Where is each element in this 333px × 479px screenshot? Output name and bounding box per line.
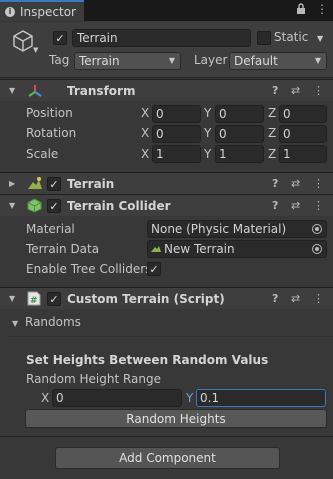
object-picker-icon[interactable]	[312, 244, 322, 254]
rotation-x-field[interactable]: 0	[152, 125, 201, 143]
foldout-expanded-icon[interactable]: ▼	[9, 201, 15, 210]
scale-x-field[interactable]: 1	[152, 145, 201, 163]
presets-icon[interactable]: ⇄	[291, 199, 300, 212]
custom-terrain-header[interactable]: ▼ # ✓ Custom Terrain (Script) ? ⇄ ⋮	[0, 287, 333, 309]
script-icon: #	[27, 291, 41, 309]
layer-dropdown[interactable]: Default ▼	[229, 52, 327, 70]
range-y-axis[interactable]: Y	[186, 391, 193, 405]
tree-colliders-checkbox[interactable]: ✓	[147, 262, 161, 276]
tab-bar: i Inspector ⋮	[0, 0, 333, 21]
terrain-collider-header[interactable]: ▼ ✓ Terrain Collider ? ⇄ ⋮	[0, 194, 333, 216]
rotation-x-axis[interactable]: X	[141, 126, 149, 140]
components-end-divider	[0, 436, 333, 437]
custom-terrain-enabled-checkbox[interactable]: ✓	[47, 292, 61, 306]
foldout-expanded-icon[interactable]: ▼	[9, 86, 15, 95]
info-icon: i	[5, 6, 15, 17]
rotation-z-axis[interactable]: Z	[268, 126, 276, 140]
rotation-y-field[interactable]: 0	[215, 125, 264, 143]
terrain-collider-title: Terrain Collider	[67, 198, 171, 213]
position-z-field[interactable]: 0	[279, 105, 327, 123]
presets-icon[interactable]: ⇄	[291, 84, 300, 97]
static-checkbox[interactable]	[257, 31, 271, 45]
position-y-field[interactable]: 0	[215, 105, 264, 123]
scale-z-axis[interactable]: Z	[268, 147, 276, 161]
chevron-down-icon: ▼	[314, 56, 321, 65]
scale-y-axis[interactable]: Y	[204, 147, 211, 161]
object-active-checkbox[interactable]: ✓	[53, 31, 67, 45]
scale-z-field[interactable]: 1	[279, 145, 327, 163]
terrain-asset-icon	[151, 242, 161, 256]
material-field[interactable]: None (Physic Material)	[147, 220, 327, 238]
kebab-menu-icon[interactable]: ⋮	[313, 84, 324, 97]
position-y-axis[interactable]: Y	[204, 106, 211, 120]
add-component-button[interactable]: Add Component	[55, 447, 280, 469]
section-divider	[8, 336, 333, 337]
range-x-axis[interactable]: X	[41, 391, 49, 405]
range-x-field[interactable]: 0	[52, 389, 182, 407]
collider-icon	[27, 198, 42, 216]
foldout-expanded-icon[interactable]: ▼	[9, 294, 15, 303]
static-dropdown-arrow-icon[interactable]: ▼	[317, 34, 323, 43]
terrain-enabled-checkbox[interactable]: ✓	[47, 177, 61, 191]
terrain-data-field[interactable]: New Terrain	[147, 240, 327, 258]
terrain-collider-enabled-checkbox[interactable]: ✓	[47, 199, 61, 213]
transform-header[interactable]: ▼ Transform ? ⇄ ⋮	[0, 79, 333, 101]
layer-label: Layer	[194, 53, 228, 67]
presets-icon[interactable]: ⇄	[291, 177, 300, 190]
rotation-z-field[interactable]: 0	[279, 125, 327, 143]
kebab-menu-icon[interactable]: ⋮	[313, 292, 324, 305]
rotation-y-axis[interactable]: Y	[204, 126, 211, 140]
kebab-menu-icon[interactable]: ⋮	[316, 2, 328, 16]
transform-icon	[28, 84, 42, 101]
inspector-tab-label: Inspector	[20, 4, 76, 19]
position-z-axis[interactable]: Z	[268, 106, 276, 120]
presets-icon[interactable]: ⇄	[291, 292, 300, 305]
help-icon[interactable]: ?	[272, 199, 278, 212]
kebab-menu-icon[interactable]: ⋮	[313, 199, 324, 212]
tree-colliders-label: Enable Tree Colliders	[26, 262, 152, 276]
foldout-collapsed-icon[interactable]: ▶	[9, 179, 15, 188]
terrain-header[interactable]: ▶ ✓ Terrain ? ⇄ ⋮	[0, 172, 333, 194]
material-label: Material	[26, 222, 75, 236]
chevron-down-icon: ▼	[168, 56, 175, 65]
custom-terrain-title: Custom Terrain (Script)	[67, 291, 225, 306]
gameobject-icon	[12, 29, 34, 56]
terrain-icon	[27, 176, 43, 194]
lock-icon[interactable]	[296, 3, 306, 18]
scale-x-axis[interactable]: X	[141, 147, 149, 161]
help-icon[interactable]: ?	[272, 177, 278, 190]
randoms-foldout-label[interactable]: Randoms	[25, 315, 81, 329]
help-icon[interactable]: ?	[272, 292, 278, 305]
terrain-title: Terrain	[67, 176, 115, 191]
section-heading: Set Heights Between Random Valus	[26, 353, 269, 367]
randoms-foldout-icon[interactable]: ▼	[12, 319, 18, 328]
kebab-menu-icon[interactable]: ⋮	[313, 177, 324, 190]
rotation-label: Rotation	[26, 126, 77, 140]
scale-label: Scale	[26, 147, 59, 161]
inspector-tab[interactable]: i Inspector	[0, 0, 84, 21]
position-x-field[interactable]: 0	[152, 105, 201, 123]
tag-dropdown[interactable]: Terrain ▼	[74, 52, 181, 70]
object-name-input[interactable]: Terrain	[72, 29, 251, 47]
svg-text:#: #	[30, 296, 38, 306]
range-y-field[interactable]: 0.1	[196, 389, 326, 407]
scale-y-field[interactable]: 1	[215, 145, 264, 163]
object-picker-icon[interactable]	[312, 224, 322, 234]
static-label: Static	[274, 30, 309, 44]
random-heights-button[interactable]: Random Heights	[25, 409, 327, 428]
random-height-range-label: Random Height Range	[26, 372, 162, 386]
help-icon[interactable]: ?	[272, 84, 278, 97]
position-label: Position	[26, 106, 73, 120]
transform-title: Transform	[67, 83, 136, 98]
tag-label: Tag	[49, 53, 70, 67]
terrain-data-label: Terrain Data	[26, 242, 100, 256]
position-x-axis[interactable]: X	[141, 106, 149, 120]
icon-dropdown-arrow-icon[interactable]: ▼	[33, 46, 38, 54]
